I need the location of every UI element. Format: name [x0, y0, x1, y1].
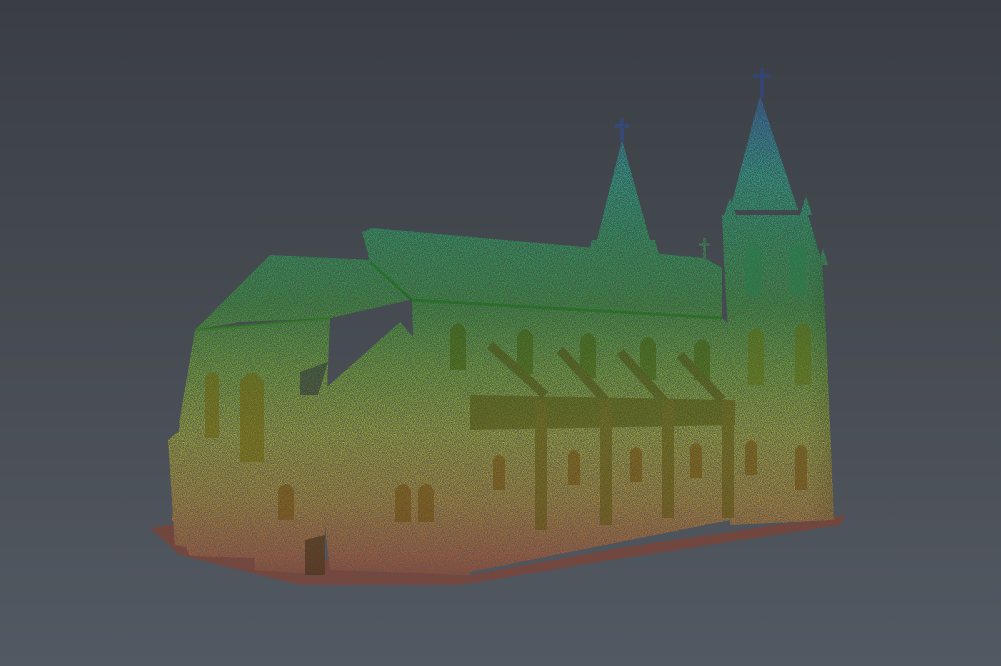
small-spire-base	[588, 240, 660, 258]
point-cloud-scene[interactable]	[0, 0, 1001, 666]
point-cloud-viewport[interactable]	[0, 0, 1001, 666]
